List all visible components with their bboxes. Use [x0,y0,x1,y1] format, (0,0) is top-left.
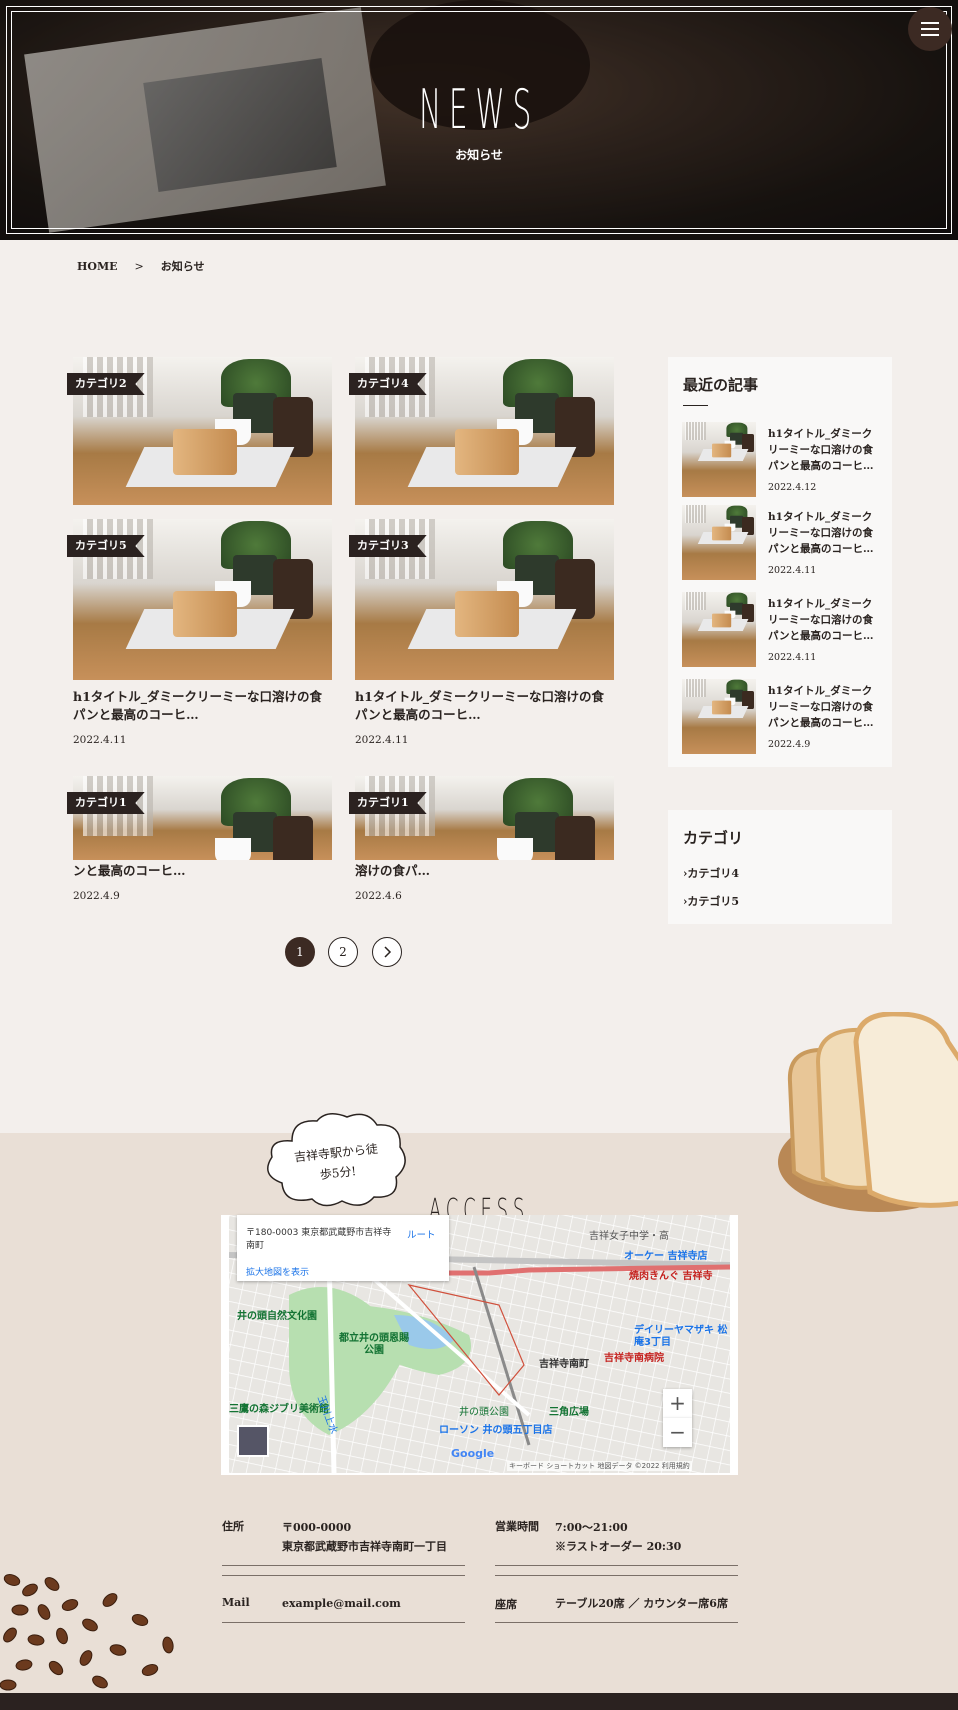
recent-post-thumbnail[interactable] [682,679,756,754]
address-value: 〒000-0000 東京都武蔵野市吉祥寺南町一丁目 [282,1518,447,1556]
post-card[interactable]: カテゴリ5 h1タイトル_ダミークリーミーな口溶けの食パンと最高のコーヒ… 20… [67,519,332,746]
recent-post-title[interactable]: h1タイトル_ダミークリーミーな口溶けの食パンと最高のコーヒ… [768,596,880,644]
map-zoom-in-button[interactable]: + [663,1389,692,1418]
recent-post-title[interactable]: h1タイトル_ダミークリーミーな口溶けの食パンと最高のコーヒ… [768,683,880,731]
recent-post-thumbnail[interactable] [682,422,756,497]
map-label: 吉祥寺南病院 [604,1353,664,1364]
breadcrumb-home[interactable]: HOME [77,260,118,273]
map-label: 焼肉きんぐ 吉祥寺 [629,1271,713,1282]
category-badge[interactable]: カテゴリ1 [67,792,145,814]
divider [222,1575,465,1576]
mail-label: Mail [222,1596,250,1609]
recent-post-date: 2022.4.9 [768,739,811,750]
recent-post-date: 2022.4.12 [768,482,817,493]
page-subtitle: お知らせ [455,148,503,162]
map-address: 〒180-0003 東京都武蔵野市吉祥寺南町 [246,1228,392,1251]
breadcrumb-current: お知らせ [160,260,205,273]
post-date: 2022.4.11 [73,734,127,746]
menu-button[interactable] [908,7,952,51]
recent-post-thumbnail[interactable] [682,505,756,580]
recent-post-title[interactable]: h1タイトル_ダミークリーミーな口溶けの食パンと最高のコーヒ… [768,426,880,474]
hamburger-icon [921,22,939,24]
satellite-toggle[interactable] [237,1425,269,1457]
breadcrumb: HOME > お知らせ [77,258,205,274]
category-badge[interactable]: カテゴリ1 [349,792,427,814]
seats-label: 座席 [495,1598,517,1611]
category-link[interactable]: ›カテゴリ5 [683,893,739,909]
category-badge[interactable]: カテゴリ4 [349,373,427,395]
page-2-button[interactable]: 2 [328,937,358,967]
post-title[interactable]: h1タイトル_ダミークリーミーな口溶けの食パンと最高のコーヒ… [73,688,332,724]
postal-code: 〒000-0000 [282,1521,352,1534]
address-text: 東京都武蔵野市吉祥寺南町一丁目 [282,1540,447,1553]
recent-posts-heading: 最近の記事 [683,376,759,394]
recent-post-date: 2022.4.11 [768,652,817,663]
category-badge[interactable]: カテゴリ5 [67,535,145,557]
footer-bar [0,1693,958,1710]
divider [222,1622,465,1623]
map-info-card: 〒180-0003 東京都武蔵野市吉祥寺南町 ルート 拡大地図を表示 [237,1215,449,1281]
map-label: 都立井の頭恩賜公園 [339,1333,409,1356]
post-card[interactable]: カテゴリ2 [67,357,332,505]
post-card[interactable]: カテゴリ3 h1タイトル_ダミークリーミーな口溶けの食パンと最高のコーヒ… 20… [349,519,614,746]
map-larger-link[interactable]: 拡大地図を表示 [246,1265,309,1278]
hours-value: 7:00〜21:00 ※ラストオーダー 20:30 [555,1518,681,1556]
address-label: 住所 [222,1520,244,1533]
map-label: デイリーヤマザキ 松庵3丁目 [634,1325,728,1348]
map-route-link[interactable]: ルート [407,1227,436,1241]
google-logo: Google [451,1447,495,1460]
post-thumbnail[interactable] [73,776,332,860]
map-attribution[interactable]: キーボード ショートカット 地図データ ©2022 利用規約 [507,1461,692,1471]
map-label: 三角広場 [549,1407,589,1418]
recent-posts-widget: 最近の記事 h1タイトル_ダミークリーミーな口溶けの食パンと最高のコーヒ… 20… [668,357,892,767]
breadcrumb-separator: > [134,260,144,273]
bread-decoration [778,1012,958,1212]
post-date: 2022.4.11 [355,734,409,746]
divider [495,1622,738,1623]
category-link[interactable]: ›カテゴリ4 [683,865,739,881]
category-badge[interactable]: カテゴリ3 [349,535,427,557]
recent-post-item[interactable]: h1タイトル_ダミークリーミーな口溶けの食パンと最高のコーヒ… 2022.4.1… [682,592,882,667]
recent-post-thumbnail[interactable] [682,592,756,667]
category-badge[interactable]: カテゴリ2 [67,373,145,395]
recent-post-item[interactable]: h1タイトル_ダミークリーミーな口溶けの食パンと最高のコーヒ… 2022.4.1… [682,422,882,497]
divider [222,1565,465,1566]
post-card[interactable]: カテゴリ1 ンと最高のコーヒ… 2022.4.9 [67,776,332,902]
divider [495,1575,738,1576]
chevron-right-icon [384,946,392,958]
map-label: 吉祥女子中学・高 [589,1231,669,1242]
hours-text: 7:00〜21:00 [555,1521,628,1534]
recent-post-title[interactable]: h1タイトル_ダミークリーミーな口溶けの食パンと最高のコーヒ… [768,509,880,557]
category-heading: カテゴリ [683,829,744,847]
map-label: オーケー 吉祥寺店 [624,1251,708,1262]
hero-banner: NEWS お知らせ [0,0,958,240]
map-label: 吉祥寺南町 [539,1359,589,1370]
post-card[interactable]: カテゴリ4 [349,357,614,505]
map-zoom-out-button[interactable]: − [663,1418,692,1447]
divider [495,1565,738,1566]
seats-value: テーブル20席 ／ カウンター席6席 [555,1597,728,1610]
page-title: NEWS [418,78,540,141]
post-title[interactable]: h1タイトル_ダミークリーミーな口溶けの食パンと最高のコーヒ… [355,688,614,724]
mail-value[interactable]: example@mail.com [282,1594,401,1613]
post-title[interactable]: 溶けの食パ… [355,862,614,880]
map-label: 三鷹の森ジブリ美術館 [229,1404,329,1415]
map-label: 井の頭公園 [459,1407,509,1418]
post-date: 2022.4.9 [73,890,120,902]
recent-post-item[interactable]: h1タイトル_ダミークリーミーな口溶けの食パンと最高のコーヒ… 2022.4.1… [682,505,882,580]
hours-label: 営業時間 [495,1520,539,1533]
last-order-text: ※ラストオーダー 20:30 [555,1540,682,1553]
next-page-button[interactable] [372,937,402,967]
map-label: 井の頭自然文化園 [237,1311,317,1322]
recent-post-date: 2022.4.11 [768,565,817,576]
recent-post-item[interactable]: h1タイトル_ダミークリーミーな口溶けの食パンと最高のコーヒ… 2022.4.9 [682,679,882,754]
post-title[interactable]: ンと最高のコーヒ… [73,862,332,880]
coffee-beans-decoration [0,1574,174,1691]
page-1-button[interactable]: 1 [285,937,315,967]
map-label: ローソン 井の頭五丁目店 [439,1425,553,1436]
post-card[interactable]: カテゴリ1 溶けの食パ… 2022.4.6 [349,776,614,902]
post-thumbnail[interactable] [355,776,614,860]
category-widget: カテゴリ ›カテゴリ4 ›カテゴリ5 [668,810,892,924]
post-date: 2022.4.6 [355,890,402,902]
